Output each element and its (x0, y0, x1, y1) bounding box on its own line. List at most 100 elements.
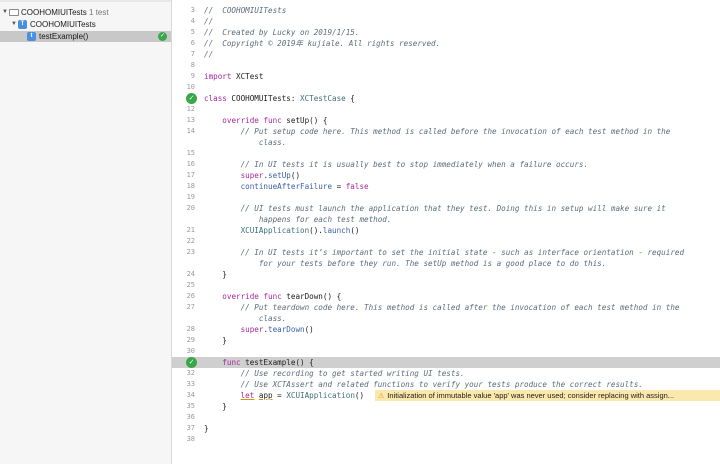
line-number: 36 (186, 413, 195, 421)
code-line[interactable]: 22 (172, 236, 720, 247)
code-line[interactable]: 4 // (172, 16, 720, 27)
code-token: = (332, 182, 346, 191)
code-line[interactable]: ✓ func testExample() { (172, 357, 720, 368)
code-line[interactable]: 10 (172, 82, 720, 93)
code-line[interactable]: 7 // (172, 49, 720, 60)
code-line[interactable]: 23 // In UI tests it’s important to set … (172, 247, 720, 258)
test-passed-icon[interactable]: ✓ (158, 32, 167, 41)
code-token: for your tests before they run. The setU… (204, 259, 607, 268)
code-line[interactable]: 20 // UI tests must launch the applicati… (172, 203, 720, 214)
code-line[interactable]: 6 // Copyright © 2019年 kujiale. All right… (172, 38, 720, 49)
code-token: } (204, 270, 227, 279)
code-token: super (240, 171, 264, 180)
code-line[interactable]: ✓ class COOHOMUITests: XCTestCase { (172, 93, 720, 104)
code-line[interactable]: happens for each test method. (172, 214, 720, 225)
code-line[interactable]: class. (172, 137, 720, 148)
code-token: // (204, 17, 214, 26)
line-number: 23 (186, 248, 195, 256)
code-line[interactable]: 32 // Use recording to get started writi… (172, 368, 720, 379)
code-token: // UI tests must launch the application … (204, 204, 666, 213)
tree-row-test-method[interactable]: t testExample() ✓ (0, 31, 171, 42)
code-line[interactable]: 15 (172, 148, 720, 159)
code-token: setUp() { (281, 116, 328, 125)
warning-message: Initialization of immutable value 'app' … (387, 391, 675, 400)
code-token: continueAfterFailure (240, 182, 333, 191)
code-line[interactable]: 24 } (172, 269, 720, 280)
code-token: import (204, 72, 232, 81)
code-line[interactable]: 12 (172, 104, 720, 115)
warning-icon: ⚠ (378, 392, 385, 400)
code-token: launch (322, 226, 351, 235)
disclosure-triangle-icon[interactable]: ▼ (11, 19, 17, 30)
code-token: false (345, 182, 369, 191)
code-text: // Created by Lucky on 2019/1/15. (204, 27, 359, 38)
test-diamond-passed-icon[interactable]: ✓ (186, 93, 197, 104)
code-token: super (240, 325, 264, 334)
line-number: 25 (186, 281, 195, 289)
code-token: // (204, 50, 214, 59)
code-token: class. (204, 314, 287, 323)
code-text: // Use XCTAssert and related functions t… (204, 379, 643, 390)
code-line[interactable]: 25 (172, 280, 720, 291)
code-line[interactable]: 16 // In UI tests it is usually best to … (172, 159, 720, 170)
code-token: (). (309, 226, 323, 235)
code-text: // COOHOMIUITests (204, 5, 286, 16)
line-number: 34 (186, 391, 195, 399)
code-text: // Use recording to get started writing … (204, 368, 465, 379)
project-navigator: ▼ COOHOMIUITests 1 test ▼ T COOHOMIUITes… (0, 0, 172, 464)
code-line[interactable]: for your tests before they run. The setU… (172, 258, 720, 269)
code-line[interactable]: 5 // Created by Lucky on 2019/1/15. (172, 27, 720, 38)
code-text: } (204, 269, 227, 280)
code-line[interactable]: 19 (172, 192, 720, 203)
code-line[interactable]: 13 override func setUp() { (172, 115, 720, 126)
code-line[interactable]: 21 XCUIApplication().launch() (172, 225, 720, 236)
code-token: setUp (268, 171, 291, 180)
source-editor[interactable]: 3 // COOHOMIUITests 4 // 5 // Created by Luck… (172, 0, 720, 464)
line-number: 8 (190, 61, 195, 69)
disclosure-triangle-icon[interactable]: ▼ (2, 7, 8, 18)
code-line[interactable]: 33 // Use XCTAssert and related function… (172, 379, 720, 390)
code-text: // Put setup code here. This method is c… (204, 126, 671, 137)
code-token: } (204, 424, 209, 433)
code-token: // Put setup code here. This method is c… (204, 127, 671, 136)
code-line[interactable]: 36 (172, 412, 720, 423)
code-line[interactable]: 30 (172, 346, 720, 357)
line-number: 12 (186, 105, 195, 113)
code-line[interactable]: 26 override func tearDown() { (172, 291, 720, 302)
line-number: 37 (186, 424, 195, 432)
tree-row-test-bundle[interactable]: ▼ COOHOMIUITests 1 test (0, 7, 171, 18)
code-text: import XCTest (204, 71, 263, 82)
code-text: } (204, 423, 209, 434)
code-line[interactable]: 14 // Put setup code here. This method i… (172, 126, 720, 137)
code-line[interactable]: 8 (172, 60, 720, 71)
test-diamond-passed-icon[interactable]: ✓ (186, 357, 197, 368)
code-text: super.setUp() (204, 170, 300, 181)
code-line[interactable]: class. (172, 313, 720, 324)
code-token: XCTest (231, 72, 264, 81)
code-line[interactable]: 34 let app = XCUIApplication() ⚠ Initializ… (172, 390, 720, 401)
code-line[interactable]: 9 import XCTest (172, 71, 720, 82)
code-line[interactable]: 29 } (172, 335, 720, 346)
code-token: () (290, 171, 301, 180)
line-number: 35 (186, 402, 195, 410)
code-line[interactable]: 17 super.setUp() (172, 170, 720, 181)
code-line[interactable]: 38 (172, 434, 720, 445)
test-count: 1 test (89, 8, 109, 17)
code-line[interactable]: 27 // Put teardown code here. This metho… (172, 302, 720, 313)
inline-warning[interactable]: ⚠ Initialization of immutable value 'app'… (375, 390, 720, 401)
tree-row-test-class[interactable]: ▼ T COOHOMIUITests (0, 19, 171, 30)
bundle-name: COOHOMIUITests (21, 8, 87, 17)
code-line[interactable]: 35 } (172, 401, 720, 412)
line-number: 3 (190, 6, 195, 14)
code-line[interactable]: 37} (172, 423, 720, 434)
code-line[interactable]: 3 // COOHOMIUITests (172, 5, 720, 16)
line-number: 26 (186, 292, 195, 300)
code-line[interactable]: 28 super.tearDown() (172, 324, 720, 335)
code-line[interactable]: 18 continueAfterFailure = false (172, 181, 720, 192)
code-token: } (204, 402, 227, 411)
